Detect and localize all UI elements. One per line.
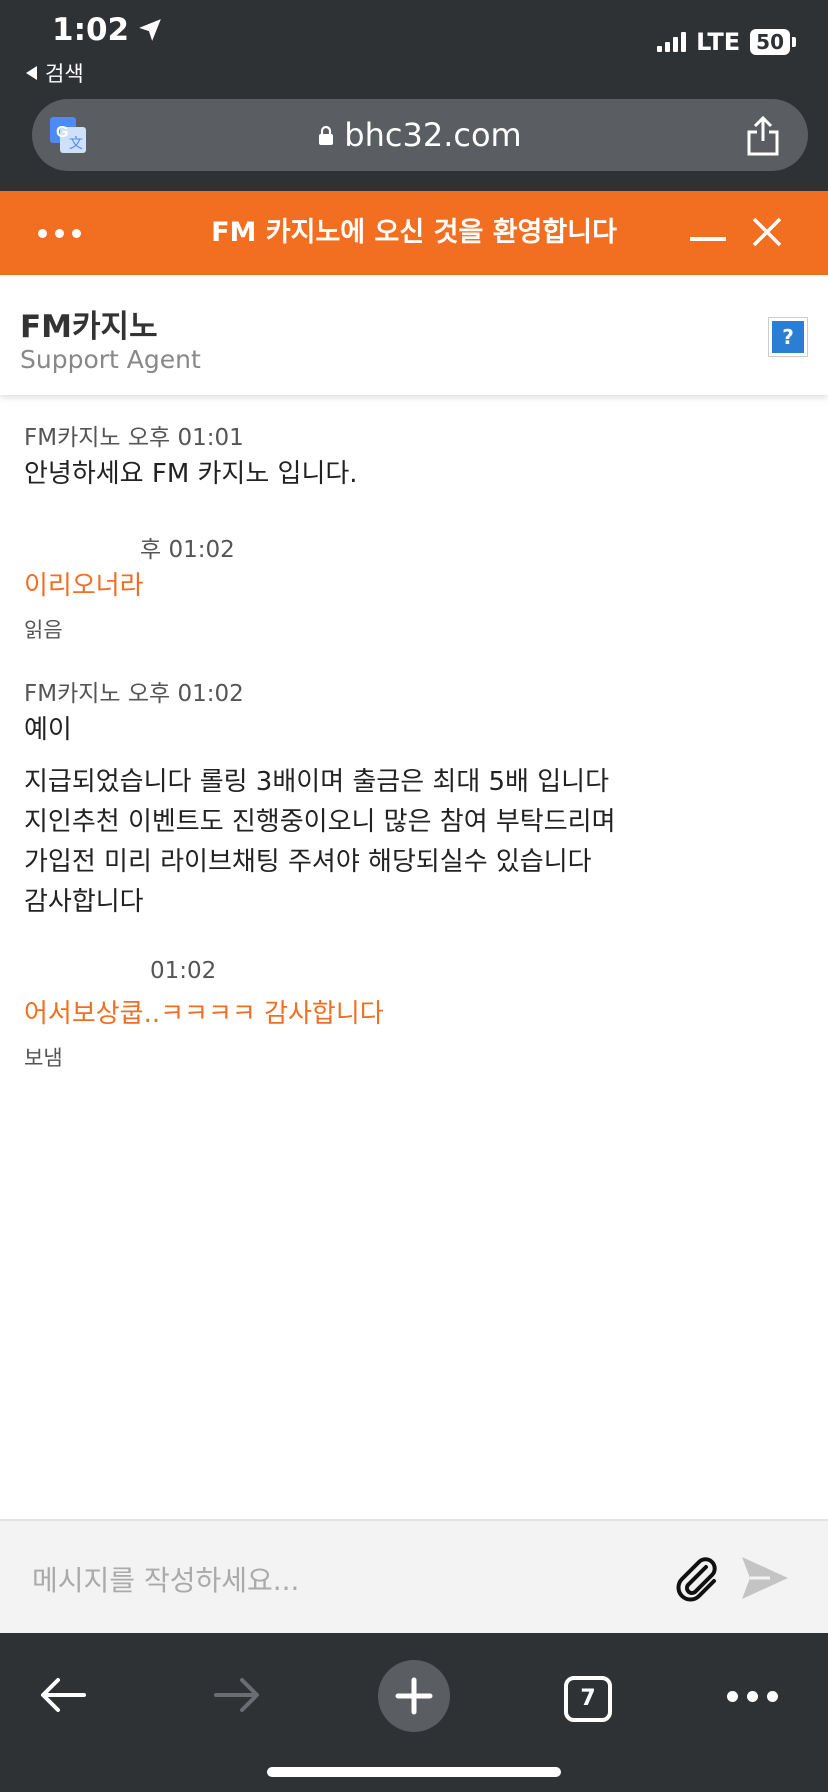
close-icon[interactable] [750,215,784,249]
tab-switcher-button[interactable]: 7 [564,1676,612,1722]
agent-message-line: 가입전 미리 라이브채팅 주셔야 해당되실수 있습니다 [24,847,592,877]
signal-bars-icon [657,32,687,52]
agent-message-line: 감사합니다 [24,887,144,917]
send-icon[interactable] [740,1555,790,1601]
back-arrow-icon[interactable] [38,1675,88,1715]
user-message: 어서보상쿱..ㅋㅋㅋㅋ 감사합니다 [24,999,384,1029]
back-to-app-link[interactable]: 검색 [26,58,84,88]
lock-icon [319,125,334,145]
time-text: 1:02 [52,12,130,48]
browser-toolbar: 7 [0,1633,828,1792]
share-icon[interactable] [744,115,782,157]
browser-top-bar: 1:02 검색 LTE 50 G 文 bhc32.com [0,0,828,191]
forward-arrow-icon[interactable] [212,1675,262,1715]
plus-icon [395,1677,433,1715]
message-meta: 01:02 [150,958,217,984]
status-time: 1:02 [52,12,163,48]
agent-message: 안녕하세요 FM 카지노 입니다. [24,459,358,489]
agent-name: FM카지노 [20,309,158,345]
user-message: 이리오너라 [24,571,144,601]
address-bar[interactable]: G 文 bhc32.com [32,99,808,171]
help-icon: ? [772,321,804,353]
chat-title: FM 카지노에 오신 것을 환영합니다 [211,217,617,248]
agent-message-line: 지인추천 이벤트도 진행중이오니 많은 참여 부탁드리며 [24,807,616,837]
message-status: 읽음 [24,618,63,642]
message-status: 보냄 [24,1046,63,1070]
message-meta: 후 01:02 [140,537,235,563]
message-meta: FM카지노 오후 01:01 [24,425,244,451]
help-button[interactable]: ? [768,317,808,357]
message-composer: 메시지를 작성하세요... [0,1519,828,1633]
battery-icon: 50 [750,29,796,55]
chat-header: FM 카지노에 오신 것을 환영합니다 [0,191,828,275]
back-app-label: 검색 [45,62,84,86]
agent-role: Support Agent [20,345,201,374]
attachment-icon[interactable] [672,1553,722,1603]
status-indicators: LTE 50 [657,28,796,56]
more-options-icon[interactable] [727,1691,778,1702]
message-input[interactable]: 메시지를 작성하세요... [32,1559,299,1599]
message-meta: FM카지노 오후 01:02 [24,681,244,707]
back-triangle-icon [26,66,37,80]
agent-message-line: 지급되었습니다 롤링 3배이며 출금은 최대 5배 입니다 [24,767,609,797]
battery-level: 50 [750,29,790,55]
url-display[interactable]: bhc32.com [32,99,808,171]
agent-message: 예이 [24,715,72,745]
location-arrow-icon [139,19,161,41]
new-tab-button[interactable] [378,1660,450,1732]
network-type: LTE [696,28,741,56]
agent-info: FM카지노 Support Agent ? [0,275,828,395]
url-text: bhc32.com [344,116,522,154]
minimize-icon[interactable] [690,237,726,241]
home-indicator [267,1767,561,1777]
